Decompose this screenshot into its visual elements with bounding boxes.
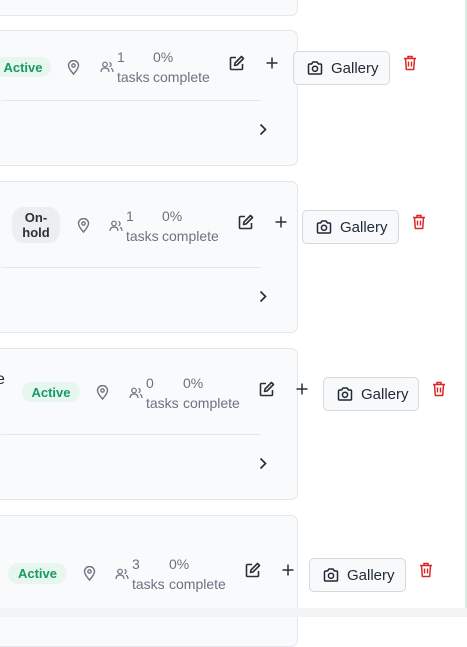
project-card: [0, 181, 298, 333]
status-badge: Active: [22, 382, 80, 402]
trash-icon[interactable]: [403, 55, 417, 71]
gallery-button[interactable]: Gallery: [302, 210, 399, 244]
edit-icon[interactable]: [259, 381, 275, 397]
location-pin-icon[interactable]: [96, 385, 109, 400]
camera-icon: [307, 61, 323, 75]
location-pin-icon[interactable]: [83, 566, 96, 581]
trash-icon[interactable]: [412, 214, 426, 230]
tasks-count: 1 tasks: [126, 208, 159, 244]
plus-icon[interactable]: [282, 564, 294, 576]
project-title-fragment: e: [0, 371, 5, 388]
chevron-right-icon[interactable]: [259, 290, 267, 303]
location-pin-icon[interactable]: [77, 218, 90, 233]
plus-icon[interactable]: [266, 57, 278, 69]
camera-icon: [323, 568, 339, 582]
divider: [1, 267, 261, 268]
users-icon: [100, 61, 114, 73]
edit-icon[interactable]: [245, 562, 261, 578]
location-pin-icon[interactable]: [67, 60, 80, 75]
plus-icon[interactable]: [296, 383, 308, 395]
gallery-button[interactable]: Gallery: [293, 51, 390, 85]
gallery-label: Gallery: [340, 218, 388, 236]
completion-stat: 0% complete: [169, 556, 226, 592]
tasks-count: 0 tasks: [146, 375, 179, 411]
trash-icon[interactable]: [432, 381, 446, 397]
divider: [1, 434, 261, 435]
project-card: [0, 0, 298, 16]
camera-icon: [316, 220, 332, 234]
tasks-count: 3 tasks: [132, 556, 165, 592]
bottom-edge: [0, 608, 467, 617]
camera-icon: [337, 387, 353, 401]
tasks-count: 1 tasks: [117, 49, 150, 85]
gallery-button[interactable]: Gallery: [309, 558, 406, 592]
gallery-button[interactable]: Gallery: [323, 377, 419, 411]
users-icon: [109, 220, 123, 232]
trash-icon[interactable]: [419, 562, 433, 578]
edit-icon[interactable]: [229, 55, 245, 71]
completion-stat: 0% complete: [183, 375, 240, 411]
status-badge: Active: [0, 57, 51, 77]
completion-stat: 0% complete: [153, 49, 210, 85]
plus-icon[interactable]: [275, 216, 287, 228]
status-badge: On- hold: [12, 207, 60, 243]
users-icon: [129, 387, 143, 399]
chevron-right-icon[interactable]: [259, 123, 267, 136]
edit-icon[interactable]: [238, 214, 254, 230]
gallery-label: Gallery: [361, 385, 409, 403]
project-card: [0, 348, 298, 500]
completion-stat: 0% complete: [162, 208, 219, 244]
divider: [1, 100, 261, 101]
status-badge: Active: [8, 563, 67, 584]
gallery-label: Gallery: [347, 566, 395, 584]
gallery-label: Gallery: [331, 59, 379, 77]
chevron-right-icon[interactable]: [259, 457, 267, 470]
users-icon: [115, 568, 129, 580]
